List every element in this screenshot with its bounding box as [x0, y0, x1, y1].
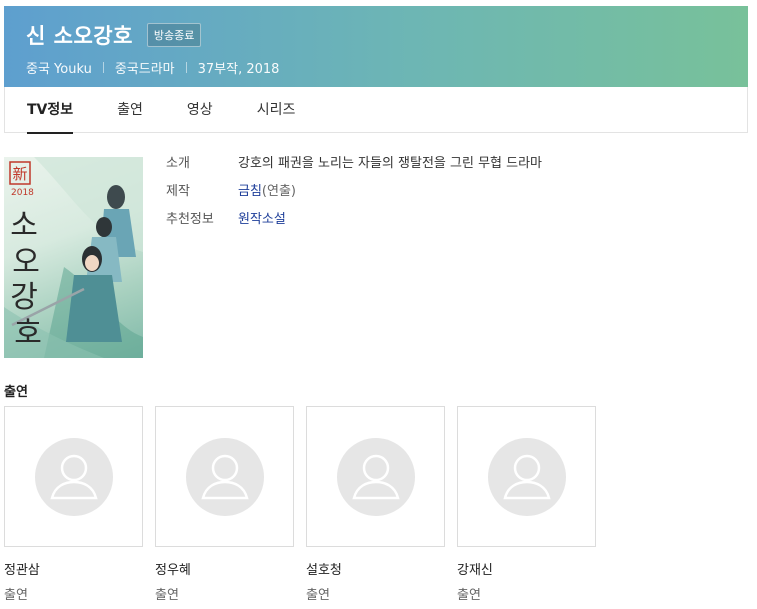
- cast-name[interactable]: 강재신: [457, 559, 596, 578]
- cast-card[interactable]: 정우혜 출연: [155, 406, 294, 603]
- poster-title-char-2: 오: [12, 245, 40, 280]
- cast-role: 출연: [306, 588, 330, 603]
- program-meta: 중국 Youku 중국드라마 37부작, 2018: [26, 58, 748, 77]
- tab-series[interactable]: 시리즈: [257, 87, 296, 133]
- info-label-recommend: 추천정보: [166, 212, 214, 227]
- cast-photo[interactable]: [4, 406, 143, 547]
- info-row-recommend: 추천정보 원작소설: [166, 211, 542, 239]
- cast-name[interactable]: 정관삼: [4, 559, 143, 578]
- meta-episodes: 37부작, 2018: [197, 62, 280, 77]
- cast-section-title: 출연: [4, 385, 28, 400]
- program-header: 신 소오강호 방송종료 중국 Youku 중국드라마 37부작, 2018: [4, 6, 748, 87]
- program-info: 소개 강호의 패권을 노리는 자들의 쟁탈전을 그린 무협 드라마 제작 금침(…: [166, 155, 542, 239]
- program-title: 신 소오강호: [26, 24, 133, 48]
- default-profile-icon: [487, 437, 566, 516]
- default-profile-icon: [336, 437, 415, 516]
- cast-role: 출연: [457, 588, 481, 603]
- meta-divider: [102, 62, 104, 73]
- status-badge: 방송종료: [146, 23, 202, 47]
- tab-bar: TV정보 출연 영상 시리즈: [4, 87, 748, 134]
- director-link[interactable]: 금침: [238, 184, 262, 199]
- info-value-intro: 강호의 패권을 노리는 자들의 쟁탈전을 그린 무협 드라마: [238, 156, 543, 171]
- meta-divider: [185, 62, 187, 73]
- info-row-intro: 소개 강호의 패권을 노리는 자들의 쟁탈전을 그린 무협 드라마: [166, 155, 542, 183]
- tab-tv-info[interactable]: TV정보: [27, 87, 74, 134]
- cast-role: 출연: [4, 588, 28, 603]
- poster-year-text: 2018: [11, 188, 34, 198]
- info-label-production: 제작: [166, 184, 190, 199]
- meta-broadcaster: 중국 Youku: [26, 62, 92, 77]
- default-profile-icon: [185, 437, 264, 516]
- cast-photo[interactable]: [155, 406, 294, 547]
- poster-title-char-3: 강: [10, 280, 38, 315]
- cast-name[interactable]: 정우혜: [155, 559, 294, 578]
- default-profile-icon: [34, 437, 113, 516]
- cast-photo[interactable]: [457, 406, 596, 547]
- info-row-production: 제작 금침(연출): [166, 183, 542, 211]
- info-label-intro: 소개: [166, 156, 190, 171]
- cast-role: 출연: [155, 588, 179, 603]
- poster-title-char-1: 소: [10, 208, 38, 243]
- poster-title-char-4: 호: [14, 316, 42, 351]
- poster-seal-text: 新: [12, 165, 27, 183]
- cast-card[interactable]: 설호청 출연: [306, 406, 445, 603]
- tab-video[interactable]: 영상: [187, 87, 213, 133]
- meta-genre: 중국드라마: [114, 62, 175, 77]
- cast-card[interactable]: 강재신 출연: [457, 406, 596, 603]
- tab-cast[interactable]: 출연: [117, 87, 143, 133]
- director-role: (연출): [261, 184, 296, 199]
- cast-photo[interactable]: [306, 406, 445, 547]
- original-novel-link[interactable]: 원작소설: [238, 211, 286, 239]
- cast-card[interactable]: 정관삼 출연: [4, 406, 143, 603]
- poster-artwork: 新 2018 소 오 강 호: [4, 157, 143, 358]
- cast-name[interactable]: 설호청: [306, 559, 445, 578]
- poster-image[interactable]: 新 2018 소 오 강 호: [4, 157, 143, 358]
